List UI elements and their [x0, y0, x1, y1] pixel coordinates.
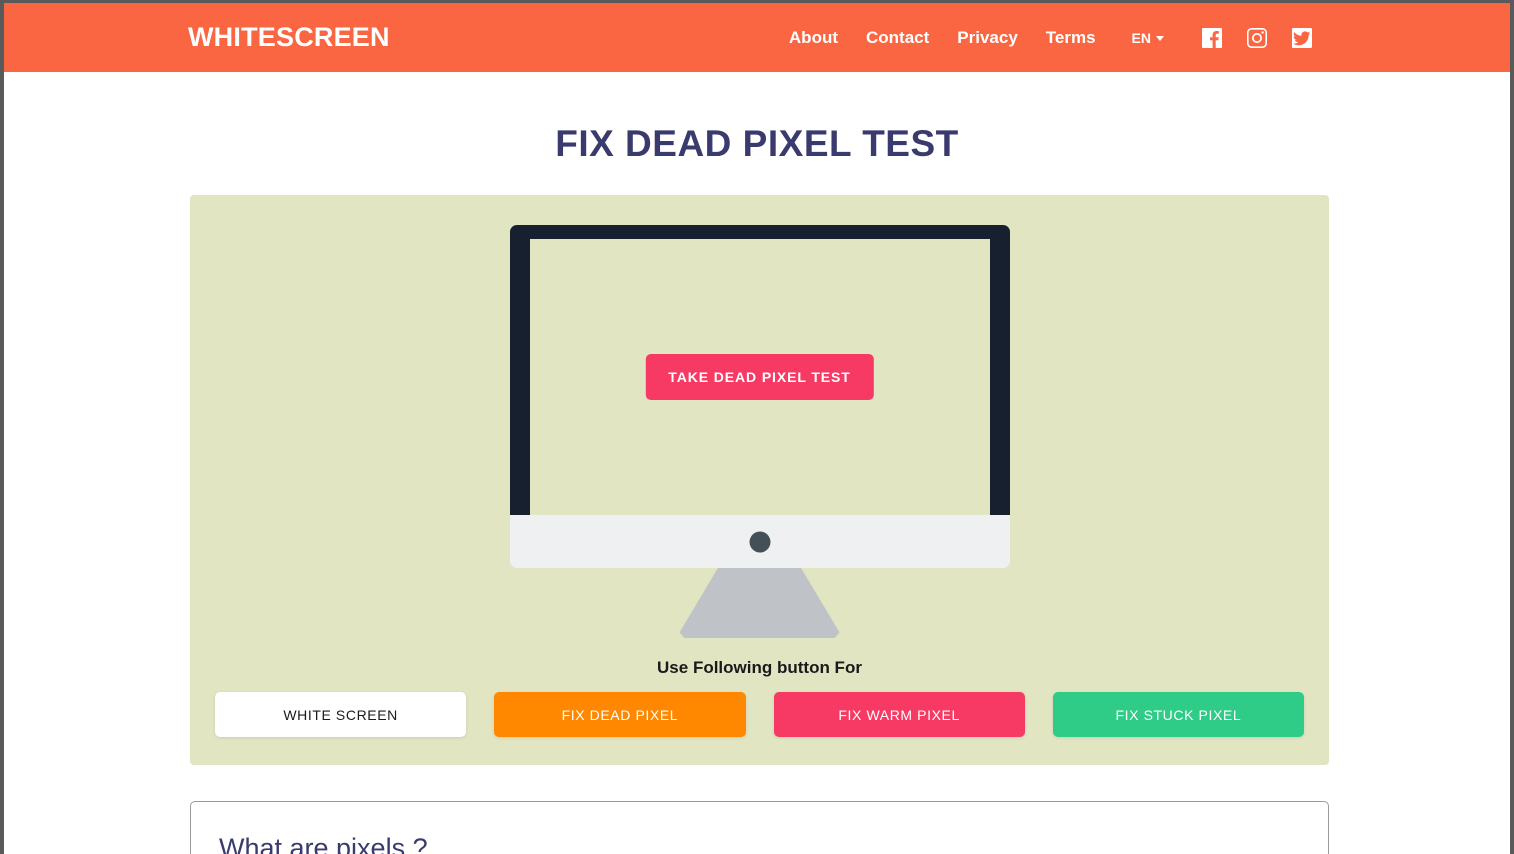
hero-panel: TAKE DEAD PIXEL TEST Use Following butto… — [190, 195, 1329, 765]
fix-stuck-pixel-button[interactable]: FIX STUCK PIXEL — [1052, 692, 1304, 737]
monitor-illustration: TAKE DEAD PIXEL TEST — [509, 225, 1010, 638]
nav-link-terms[interactable]: Terms — [1032, 29, 1110, 46]
hint-text: Use Following button For — [657, 658, 862, 677]
monitor-chin — [509, 515, 1010, 568]
nav-link-privacy[interactable]: Privacy — [943, 29, 1032, 46]
main-nav: About Contact Privacy Terms EN — [775, 3, 1314, 72]
nav-link-contact[interactable]: Contact — [852, 29, 943, 46]
language-selector[interactable]: EN — [1110, 30, 1178, 46]
take-dead-pixel-test-button[interactable]: TAKE DEAD PIXEL TEST — [645, 354, 874, 400]
action-buttons-row: WHITE SCREEN FIX DEAD PIXEL FIX WARM PIX… — [215, 692, 1304, 737]
page-title: FIX DEAD PIXEL TEST — [555, 123, 959, 164]
fix-warm-pixel-button[interactable]: FIX WARM PIXEL — [773, 692, 1025, 737]
monitor-screen: TAKE DEAD PIXEL TEST — [529, 239, 990, 515]
brand-logo[interactable]: WHITESCREEN — [188, 24, 390, 51]
fix-dead-pixel-button[interactable]: FIX DEAD PIXEL — [494, 692, 746, 737]
twitter-icon[interactable] — [1290, 26, 1314, 50]
info-card-heading: What are pixels ? — [219, 833, 428, 854]
site-header: WHITESCREEN About Contact Privacy Terms … — [4, 3, 1510, 72]
facebook-icon[interactable] — [1200, 26, 1224, 50]
language-selector-label: EN — [1131, 29, 1151, 46]
monitor-logo-dot-icon — [749, 531, 770, 552]
monitor-stand — [679, 568, 840, 638]
nav-link-about[interactable]: About — [775, 29, 852, 46]
instagram-icon[interactable] — [1245, 26, 1269, 50]
white-screen-button[interactable]: WHITE SCREEN — [215, 692, 467, 737]
social-links — [1178, 26, 1314, 50]
browser-viewport: WHITESCREEN About Contact Privacy Terms … — [4, 3, 1510, 854]
monitor-bezel: TAKE DEAD PIXEL TEST — [509, 225, 1010, 515]
info-card: What are pixels ? — [190, 801, 1329, 854]
chevron-down-icon — [1156, 36, 1164, 41]
